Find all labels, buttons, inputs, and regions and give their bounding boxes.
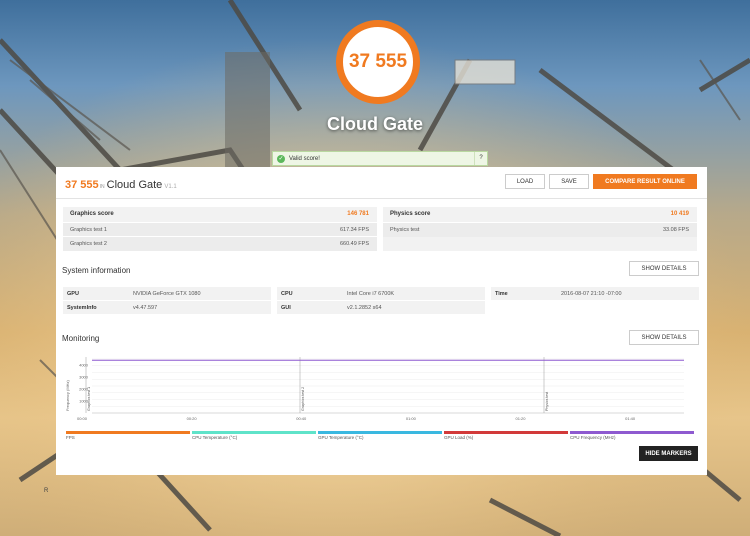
physics-score-value: 10 419 bbox=[670, 211, 689, 217]
graphics-score-value: 146 781 bbox=[347, 211, 369, 217]
x-tick-label: 01:00 bbox=[406, 416, 417, 421]
compare-result-online-button[interactable]: COMPARE RESULT ONLINE bbox=[593, 174, 697, 189]
legend-label: GPU Temperature (°C) bbox=[318, 435, 364, 440]
sysinfo-systeminfo-value: v4.47.597 bbox=[133, 305, 158, 311]
legend-color-bar[interactable] bbox=[66, 431, 190, 434]
legend-label: CPU Frequency (MHz) bbox=[570, 435, 616, 440]
monitoring-show-details-button[interactable]: SHOW DETAILS bbox=[629, 330, 699, 345]
sysinfo-gui-value: v2.1.2852 s64 bbox=[347, 305, 382, 311]
corner-text: R bbox=[44, 488, 49, 494]
sysinfo-cpu: CPU Intel Core i7 6700K bbox=[277, 287, 485, 300]
sysinfo-gpu-key: GPU bbox=[67, 291, 79, 297]
system-information-title: System information bbox=[62, 266, 131, 275]
sysinfo-gui: GUI v2.1.2852 s64 bbox=[277, 301, 485, 314]
sysinfo-gpu-value: NVIDIA GeForce GTX 1080 bbox=[133, 291, 201, 297]
monitoring-chart: 4000300020001000Frequency (MHz)00:00 00:2… bbox=[65, 357, 684, 421]
legend-color-bar[interactable] bbox=[444, 431, 568, 434]
physics-score-panel: Physics score 10 419 Physics test 33.08 … bbox=[383, 207, 697, 251]
save-button[interactable]: SAVE bbox=[549, 174, 589, 189]
benchmark-title: Cloud Gate bbox=[326, 114, 423, 134]
graphics-score-label: Graphics score bbox=[70, 211, 114, 217]
marker-label: Physics test bbox=[545, 392, 549, 411]
sysinfo-time-value: 2016-08-07 21:10 -07:00 bbox=[561, 291, 622, 297]
sysinfo-time: Time 2016-08-07 21:10 -07:00 bbox=[491, 287, 699, 300]
header-benchmark-name: Cloud Gate bbox=[106, 179, 163, 191]
result-card: 37 555IN Cloud Gate V1.1 LOAD SAVE COMPARE… bbox=[56, 167, 707, 475]
physics-test-row: Physics test 33.08 FPS bbox=[383, 222, 697, 237]
x-tick-label: 01:20 bbox=[516, 416, 527, 421]
header-divider bbox=[56, 198, 707, 199]
y-axis-label: Frequency (MHz) bbox=[65, 379, 70, 411]
x-tick-label: 00:20 bbox=[187, 416, 198, 421]
monitoring-title: Monitoring bbox=[62, 334, 100, 343]
physics-test-value: 33.08 FPS bbox=[663, 227, 689, 233]
graphics-test-2-value: 660.49 FPS bbox=[339, 241, 369, 247]
y-tick-label: 3000 bbox=[79, 375, 89, 380]
graphics-test-1-value: 617.34 FPS bbox=[339, 227, 369, 233]
hide-markers-button[interactable]: HIDE MARKERS bbox=[639, 446, 698, 461]
help-button[interactable]: ? bbox=[474, 152, 487, 165]
physics-score-row: Physics score 10 419 bbox=[383, 207, 697, 221]
sysinfo-cpu-value: Intel Core i7 6700K bbox=[347, 291, 395, 297]
sysinfo-cpu-key: CPU bbox=[281, 291, 293, 297]
legend-label: CPU Temperature (°C) bbox=[192, 435, 238, 440]
graphics-test-2-row: Graphics test 2 660.49 FPS bbox=[63, 236, 377, 251]
legend-color-bar[interactable] bbox=[570, 431, 694, 434]
sysinfo-systeminfo-key: SystemInfo bbox=[67, 305, 97, 311]
legend-label: FPS bbox=[66, 435, 75, 440]
graphics-test-1-label: Graphics test 1 bbox=[70, 227, 107, 233]
graphics-score-row: Graphics score 146 781 bbox=[63, 207, 377, 221]
header-score: 37 555 bbox=[65, 179, 99, 191]
physics-score-label: Physics score bbox=[390, 211, 431, 217]
load-button[interactable]: LOAD bbox=[505, 174, 545, 189]
sysinfo-gui-key: GUI bbox=[281, 305, 291, 311]
header-version: V1.1 bbox=[164, 184, 177, 190]
graphics-test-1-row: Graphics test 1 617.34 FPS bbox=[63, 222, 377, 237]
graphics-test-2-label: Graphics test 2 bbox=[70, 241, 107, 247]
sysinfo-gpu: GPU NVIDIA GeForce GTX 1080 bbox=[63, 287, 271, 300]
system-show-details-button[interactable]: SHOW DETAILS bbox=[629, 261, 699, 276]
legend-color-bar[interactable] bbox=[318, 431, 442, 434]
x-tick-label: 01:40 bbox=[625, 416, 636, 421]
y-tick-label: 4000 bbox=[79, 363, 89, 368]
marker-label: Graphics test 2 bbox=[301, 387, 305, 411]
header-pts: IN bbox=[99, 184, 105, 190]
marker-label: Graphics test 1 bbox=[87, 387, 91, 411]
result-header: 37 555IN Cloud Gate V1.1 bbox=[65, 179, 177, 191]
physics-test-label: Physics test bbox=[390, 227, 420, 233]
valid-score-notice: ✓ Valid score! ? bbox=[272, 151, 488, 166]
overall-score-badge: 37 555 bbox=[336, 20, 420, 104]
x-tick-label: 00:00 bbox=[77, 416, 88, 421]
legend-label: GPU Load (%) bbox=[444, 435, 474, 440]
valid-score-text: Valid score! bbox=[289, 155, 320, 162]
check-icon: ✓ bbox=[277, 154, 285, 163]
sysinfo-systeminfo: SystemInfo v4.47.597 bbox=[63, 301, 271, 314]
legend-color-bar[interactable] bbox=[192, 431, 316, 434]
graphics-score-panel: Graphics score 146 781 Graphics test 1 6… bbox=[63, 207, 377, 251]
sysinfo-time-key: Time bbox=[495, 291, 508, 297]
x-tick-label: 00:40 bbox=[296, 416, 307, 421]
